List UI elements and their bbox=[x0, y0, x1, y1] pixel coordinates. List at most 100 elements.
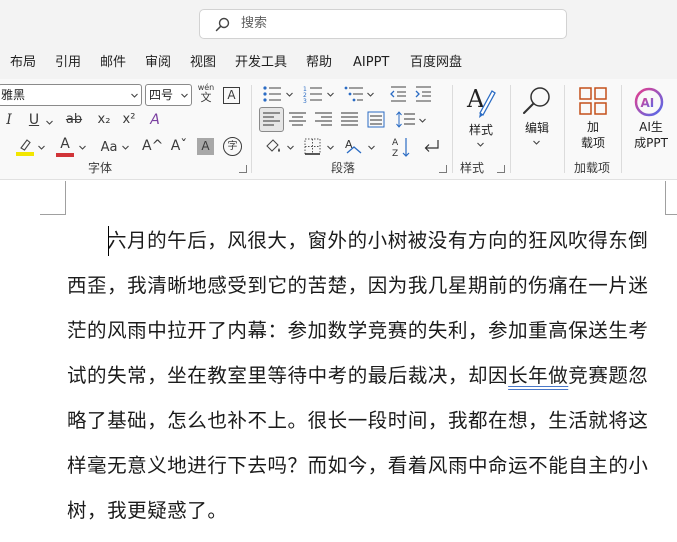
chevron-down-icon[interactable] bbox=[327, 144, 334, 151]
styles-label: 样式 bbox=[468, 123, 493, 137]
font-color-button[interactable]: A bbox=[56, 136, 74, 157]
paragraph-line-4[interactable]: 试的失常，坐在教室里等待中考的最后裁决，却因长年做竞赛题忽 bbox=[67, 353, 655, 398]
tab-baidu-netdisk[interactable]: 百度网盘 bbox=[410, 54, 462, 72]
phonetic-guide-char: 文 bbox=[200, 91, 212, 104]
font-size-select[interactable]: 四号 bbox=[145, 84, 192, 106]
subscript-button[interactable]: x₂ bbox=[94, 111, 114, 129]
shading-icon[interactable] bbox=[263, 137, 283, 157]
chevron-down-icon bbox=[181, 93, 188, 98]
tab-aippt[interactable]: AIPPT bbox=[353, 54, 389, 72]
search-placeholder: 搜索 bbox=[241, 16, 268, 31]
enclose-characters-button[interactable]: 字 bbox=[223, 137, 242, 156]
char-shading-button[interactable]: A bbox=[197, 138, 214, 155]
char-shading-label: A bbox=[201, 139, 210, 153]
font-dialog-launcher-icon[interactable] bbox=[239, 165, 247, 173]
chevron-down-icon[interactable] bbox=[327, 91, 334, 98]
styles-icon: A bbox=[466, 85, 496, 118]
svg-text:Z: Z bbox=[392, 149, 398, 158]
ribbon: 雅黑 四号 wén 文 A I U ab x₂ x² A A Aa A^ Aˇ … bbox=[0, 79, 677, 180]
chevron-down-icon[interactable] bbox=[286, 91, 293, 98]
increase-indent-icon[interactable] bbox=[415, 85, 433, 103]
tab-developer[interactable]: 开发工具 bbox=[235, 54, 287, 72]
line-4-start: 试的失常，坐在教室里等待中考的最后裁决，却因 bbox=[67, 364, 509, 387]
margin-corner-left bbox=[40, 181, 66, 215]
group-divider bbox=[564, 85, 565, 173]
subscript-label: x₂ bbox=[97, 112, 111, 127]
spelling-flag-text[interactable]: 长年做 bbox=[508, 364, 568, 387]
superscript-button[interactable]: x² bbox=[119, 111, 139, 129]
strikethrough-label: ab bbox=[65, 112, 83, 127]
magnifier-icon bbox=[523, 87, 550, 114]
styles-dialog-launcher-icon[interactable] bbox=[497, 165, 505, 173]
chevron-down-icon[interactable] bbox=[46, 119, 53, 126]
clear-formatting-button[interactable]: A bbox=[146, 111, 164, 129]
change-case-button[interactable]: Aa bbox=[97, 139, 121, 157]
font-size-value: 四号 bbox=[149, 88, 174, 102]
chevron-down-icon[interactable] bbox=[79, 144, 86, 151]
multilevel-list-icon[interactable] bbox=[344, 85, 364, 103]
addins-grid-icon bbox=[579, 87, 607, 115]
tab-references[interactable]: 引用 bbox=[55, 54, 81, 72]
styles-button[interactable]: A 样式 bbox=[459, 83, 503, 153]
underline-button[interactable]: U bbox=[26, 111, 42, 129]
highlighter-icon[interactable] bbox=[16, 137, 34, 157]
paragraph-dialog-launcher-icon[interactable] bbox=[439, 165, 447, 173]
align-left-button[interactable] bbox=[259, 107, 284, 132]
paragraph-line-5[interactable]: 略了基础，怎么也补不上。很长一段时间，我都在想，生活就将这 bbox=[67, 398, 655, 443]
paragraph-line-1[interactable]: 六月的午后，风很大，窗外的小树被没有方向的狂风吹得东倒 bbox=[107, 218, 655, 263]
search-box[interactable]: 搜索 bbox=[199, 9, 567, 39]
decrease-indent-icon[interactable] bbox=[389, 85, 407, 103]
numbering-icon[interactable]: 123 bbox=[303, 85, 323, 103]
paragraph-line-2[interactable]: 西歪，我清晰地感受到它的苦楚，因为我几星期前的伤痛在一片迷 bbox=[67, 263, 655, 308]
distributed-icon[interactable] bbox=[367, 111, 385, 128]
ai-badge-icon: AI bbox=[634, 87, 664, 117]
borders-icon[interactable] bbox=[304, 138, 321, 155]
addins-button[interactable]: 加 载项 bbox=[571, 83, 615, 153]
font-name-select[interactable]: 雅黑 bbox=[0, 84, 142, 106]
tab-mailings[interactable]: 邮件 bbox=[100, 54, 126, 72]
sort-icon[interactable]: A Z bbox=[392, 136, 412, 158]
align-center-icon[interactable] bbox=[289, 112, 306, 127]
align-right-icon[interactable] bbox=[315, 112, 332, 127]
chinese-layout-icon[interactable]: A bbox=[344, 138, 364, 156]
font-color-icon: A bbox=[60, 136, 70, 152]
chevron-down-icon[interactable] bbox=[122, 144, 129, 151]
paragraph-line-6[interactable]: 样毫无意义地进行下去吗？而如今，看着风雨中命运不能自主的小 bbox=[67, 443, 655, 488]
svg-text:3: 3 bbox=[303, 98, 307, 103]
grow-font-button[interactable]: A^ bbox=[142, 137, 163, 155]
document-page[interactable]: 六月的午后，风很大，窗外的小树被没有方向的狂风吹得东倒 西歪，我清晰地感受到它的… bbox=[0, 181, 677, 542]
paragraph-line-3[interactable]: 茫的风雨中拉开了内幕：参加数学竞赛的失利，参加重高保送生考 bbox=[67, 308, 655, 353]
paragraph-group-label: 段落 bbox=[331, 161, 356, 175]
tab-help[interactable]: 帮助 bbox=[306, 54, 332, 72]
chevron-down-icon[interactable] bbox=[419, 117, 426, 124]
line-spacing-icon[interactable] bbox=[396, 111, 416, 128]
editing-label: 编辑 bbox=[524, 121, 549, 135]
addins-label-line1: 加 bbox=[586, 120, 599, 134]
change-case-label: Aa bbox=[100, 140, 118, 155]
chevron-down-icon[interactable] bbox=[368, 144, 375, 151]
strikethrough-button[interactable]: ab bbox=[64, 111, 84, 129]
phonetic-guide-button[interactable]: wén 文 bbox=[197, 83, 215, 104]
chevron-down-icon bbox=[533, 140, 540, 145]
char-border-label: A bbox=[227, 88, 236, 102]
text-cursor bbox=[108, 226, 109, 256]
editing-button[interactable]: 编辑 bbox=[516, 83, 558, 153]
show-marks-icon[interactable] bbox=[422, 138, 440, 156]
chevron-down-icon[interactable] bbox=[38, 144, 45, 151]
chevron-down-icon[interactable] bbox=[287, 144, 294, 151]
tab-review[interactable]: 审阅 bbox=[145, 54, 171, 72]
tab-view[interactable]: 视图 bbox=[190, 54, 216, 72]
ai-ppt-label-line1: AI生 bbox=[639, 120, 663, 134]
chevron-down-icon[interactable] bbox=[367, 91, 374, 98]
bullets-icon[interactable] bbox=[262, 85, 282, 103]
char-border-button[interactable]: A bbox=[223, 87, 240, 104]
paragraph-line-7[interactable]: 树，我更疑惑了。 bbox=[67, 488, 655, 533]
justify-icon[interactable] bbox=[341, 112, 358, 127]
tab-layout[interactable]: 布局 bbox=[10, 54, 36, 72]
shrink-font-button[interactable]: Aˇ bbox=[169, 137, 189, 155]
ai-ppt-button[interactable]: AI AI生 成PPT bbox=[627, 83, 675, 153]
italic-button[interactable]: I bbox=[2, 111, 16, 129]
addins-label-line2: 载项 bbox=[580, 136, 605, 150]
search-icon bbox=[215, 17, 230, 32]
chevron-down-icon bbox=[131, 93, 138, 98]
